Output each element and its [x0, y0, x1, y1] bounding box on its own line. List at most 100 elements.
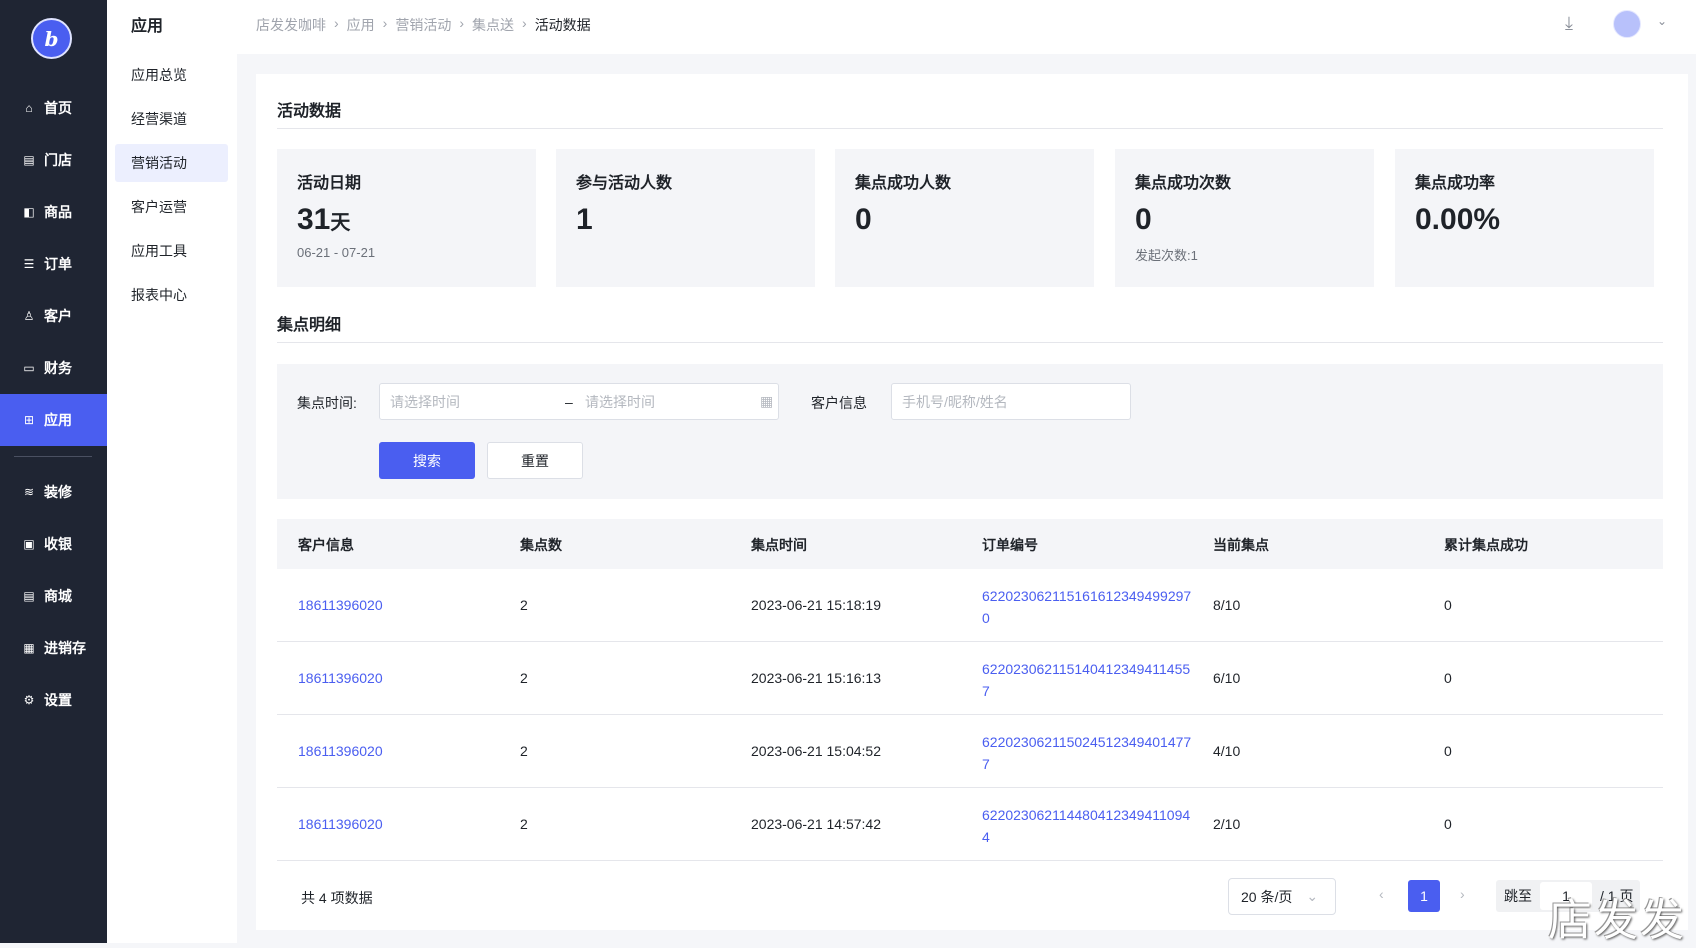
settings-icon: ⚙ [23, 693, 35, 707]
end-date-input[interactable]: 请选择时间 [585, 392, 760, 412]
order-number-link[interactable]: 6220230621150245123494014777 [982, 731, 1192, 775]
order-number-link[interactable]: 6220230621144804123494110944 [982, 804, 1192, 848]
sub-sidebar: 应用 应用总览 经营渠道 营销活动 客户运营 应用工具 报表中心 [107, 0, 237, 943]
column-header: 当前集点 [1213, 537, 1269, 553]
column-header: 累计集点成功 [1444, 537, 1528, 553]
stat-label: 活动日期 [297, 175, 362, 192]
nav-mall[interactable]: ▤ 商城 [0, 570, 107, 622]
nav-label: 首页 [44, 100, 72, 116]
divider [277, 128, 1663, 129]
content-card: 活动数据 活动日期 31天 06-21 - 07-21 参与活动人数 1 集点成… [256, 74, 1688, 930]
table-row: 18611396020 2 2023-06-21 14:57:42 622023062… [277, 788, 1663, 861]
nav-label: 收银 [44, 536, 72, 552]
stat-value: 0.00% [1415, 203, 1501, 236]
chevron-right-icon: › [459, 15, 465, 31]
mall-icon: ▤ [23, 589, 35, 603]
customer-input[interactable]: 手机号/昵称/姓名 [891, 383, 1131, 420]
nav-label: 财务 [44, 360, 72, 376]
prev-page-button[interactable]: ‹ [1379, 886, 1384, 902]
calendar-icon: ▦ [760, 393, 774, 409]
current-points: 2/10 [1213, 816, 1241, 832]
nav-label: 门店 [44, 152, 72, 168]
column-header: 客户信息 [298, 537, 354, 553]
submenu-item-active[interactable]: 营销活动 [115, 144, 228, 182]
table-row: 18611396020 2 2023-06-21 15:16:13 622023062… [277, 642, 1663, 715]
nav-label: 应用 [44, 412, 72, 428]
nav-customers[interactable]: ♙ 客户 [0, 290, 107, 342]
apps-icon: ⊞ [23, 413, 35, 427]
order-number-link[interactable]: 622023062115161612349499297​0 [982, 585, 1192, 629]
nav-orders[interactable]: ☰ 订单 [0, 238, 107, 290]
current-points: 8/10 [1213, 597, 1241, 613]
nav-label: 进销存 [44, 640, 86, 656]
submenu-item[interactable]: 经营渠道 [115, 100, 228, 138]
section-title: 集点明细 [277, 317, 342, 334]
breadcrumb-item[interactable]: 营销活动 [395, 15, 451, 35]
customer-phone-link[interactable]: 18611396020 [298, 670, 383, 686]
points-count: 2 [520, 816, 528, 832]
start-date-input[interactable]: 请选择时间 [390, 392, 565, 412]
search-button[interactable]: 搜索 [379, 442, 475, 479]
nav-goods[interactable]: ◧ 商品 [0, 186, 107, 238]
filter-panel: 集点时间: 请选择时间 – 请选择时间 ▦ 客户信息 手机号/昵称/姓名 搜索 … [277, 364, 1663, 499]
stat-value: 1 [576, 203, 593, 236]
layers-icon: ≋ [23, 485, 35, 499]
breadcrumb: 店发发咖啡 › 应用 › 营销活动 › 集点送 › 活动数据 [256, 15, 591, 35]
nav-label: 订单 [44, 256, 72, 272]
customer-phone-link[interactable]: 18611396020 [298, 743, 383, 759]
chevron-down-icon[interactable]: ⌄ [1657, 14, 1667, 28]
breadcrumb-item[interactable]: 店发发咖啡 [256, 15, 326, 35]
stat-value: 31 [297, 203, 331, 236]
page-size-select[interactable]: 20 条/页 ⌄ [1228, 878, 1336, 915]
total-count: 共 4 项数据 [301, 890, 373, 906]
date-range-picker[interactable]: 请选择时间 – 请选择时间 ▦ [379, 383, 779, 420]
section-title: 活动数据 [277, 103, 342, 120]
points-count: 2 [520, 743, 528, 759]
nav-decoration[interactable]: ≋ 装修 [0, 466, 107, 518]
stat-unit: 天 [330, 212, 351, 234]
logo: b [31, 18, 72, 59]
submenu-item[interactable]: 应用工具 [115, 232, 228, 270]
stat-card: 集点成功次数 0 发起次数:1 [1115, 149, 1374, 287]
wallet-icon: ▭ [23, 361, 35, 375]
page-size-value: 20 条/页 [1241, 888, 1293, 905]
current-points: 4/10 [1213, 743, 1241, 759]
nav-apps[interactable]: ⊞ 应用 [0, 394, 107, 446]
submenu-item[interactable]: 报表中心 [115, 276, 228, 314]
stat-card: 活动日期 31天 06-21 - 07-21 [277, 149, 536, 287]
table-row: 18611396020 2 2023-06-21 15:04:52 622023062… [277, 715, 1663, 788]
breadcrumb-item[interactable]: 集点送 [472, 15, 514, 35]
download-icon[interactable]: ⤓ [1565, 13, 1573, 34]
nav-cashier[interactable]: ▣ 收银 [0, 518, 107, 570]
stat-card: 集点成功率 0.00% [1395, 149, 1654, 287]
chevron-right-icon: › [334, 15, 339, 31]
main-sidebar: b ⌂ 首页 ▤ 门店 ◧ 商品 ☰ 订单 ♙ 客户 ▭ 财务 ⊞ 应用 ≋ 装修 ▣ 收银 ▤ 商… [0, 0, 107, 943]
column-header: 集点数 [520, 537, 562, 553]
stat-card: 集点成功人数 0 [835, 149, 1094, 287]
chevron-down-icon: ⌄ [1306, 888, 1319, 904]
top-header: 店发发咖啡 › 应用 › 营销活动 › 集点送 › 活动数据 ⤓ ⌄ [237, 0, 1696, 54]
customer-phone-link[interactable]: 18611396020 [298, 597, 383, 613]
column-header: 订单编号 [982, 537, 1038, 553]
submenu-item[interactable]: 应用总览 [115, 56, 228, 94]
submenu-item[interactable]: 客户运营 [115, 188, 228, 226]
nav-inventory[interactable]: ▦ 进销存 [0, 622, 107, 674]
order-icon: ☰ [23, 257, 35, 271]
order-number-link[interactable]: 6220230621151404123494114557 [982, 658, 1192, 702]
next-page-button[interactable]: › [1460, 886, 1465, 902]
customer-phone-link[interactable]: 18611396020 [298, 816, 383, 832]
nav-label: 客户 [44, 308, 72, 324]
nav-finance[interactable]: ▭ 财务 [0, 342, 107, 394]
avatar[interactable] [1613, 10, 1641, 38]
stat-card: 参与活动人数 1 [556, 149, 815, 287]
total-success: 0 [1444, 816, 1452, 832]
breadcrumb-item[interactable]: 应用 [347, 15, 375, 35]
page-button-current[interactable]: 1 [1408, 880, 1440, 912]
nav-settings[interactable]: ⚙ 设置 [0, 674, 107, 726]
reset-button[interactable]: 重置 [487, 442, 583, 479]
nav-home[interactable]: ⌂ 首页 [0, 82, 107, 134]
range-separator: – [565, 393, 573, 410]
table-header: 客户信息 集点数 集点时间 订单编号 当前集点 累计集点成功 [277, 519, 1663, 569]
total-success: 0 [1444, 743, 1452, 759]
nav-store[interactable]: ▤ 门店 [0, 134, 107, 186]
